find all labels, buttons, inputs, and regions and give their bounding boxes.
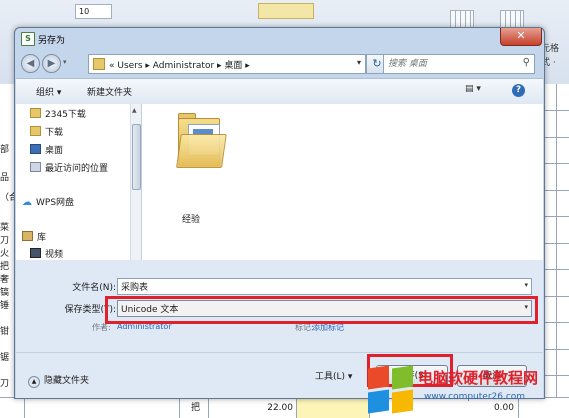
nav-scrollbar[interactable]: ▲ [130,104,141,260]
row-char: 菜刀 [0,223,10,246]
nav-item-wps-cloud[interactable]: ☁ WPS网盘 [22,195,74,211]
nav-item-2345-downloads[interactable]: 2345下载 [30,107,86,123]
new-folder-button[interactable]: 新建文件夹 [87,85,132,98]
command-toolbar: 组织 ▾ 新建文件夹 ▤ ▾ ? [16,78,543,105]
folder-icon[interactable] [176,110,227,168]
video-icon [30,248,41,258]
ribbon-highlight-button[interactable] [258,3,314,19]
row-char: 火把 [0,249,10,272]
font-size-combo[interactable]: 10 [75,4,112,19]
tools-menu-button[interactable]: 工具(L) ▾ [315,369,352,382]
site-watermark: 电脑软硬件教程网 www.computer26.com [368,364,569,417]
nav-item-libraries[interactable]: 库 [22,230,46,246]
navigation-pane: 2345下载 下载 桌面 最近访问的位置 ☁WPS网盘 库 视频 图片 ▲ [16,104,142,260]
hide-folders-toggle[interactable]: ▲ 隐藏文件夹 [28,373,89,388]
cloud-icon: ☁ [22,197,32,208]
scroll-up-icon[interactable]: ▲ [132,107,137,114]
filename-label: 文件名(N): [72,283,116,293]
view-options-icon[interactable]: ▤ ▾ [465,84,491,98]
search-icon[interactable]: ⚲ [523,57,530,68]
row-char: 奢镐 [0,275,10,298]
scroll-thumb[interactable] [132,124,141,190]
watermark-site-name: 电脑软硬件教程网 [418,369,539,387]
help-icon[interactable]: ? [512,84,525,97]
nav-item-downloads[interactable]: 下载 [30,125,63,141]
dialog-titlebar[interactable]: S 另存为 ✕ [15,28,544,50]
folder-icon [93,58,105,70]
row-char: 锤 [0,301,10,311]
navigation-row: ◀ ▶ ▾ « Users ▸ Administrator ▸ 桌面 ▸ ▾ ↻… [15,50,544,78]
nav-item-recent-places[interactable]: 最近访问的位置 [30,161,108,177]
price-cell[interactable]: 22.00 [209,398,297,418]
chevron-down-icon[interactable]: ▾ [524,281,528,289]
recent-places-icon [30,162,41,172]
breadcrumb[interactable]: « Users ▸ Administrator ▸ 桌面 ▸ [109,58,250,71]
row-char: 钳 [0,327,10,337]
close-button[interactable]: ✕ [500,28,542,46]
chevron-up-icon: ▲ [28,376,40,388]
cell-style-label: 元格式 · [541,44,560,68]
organize-button[interactable]: 组织 ▾ [36,85,61,98]
row-char: 刀 [0,379,10,389]
filetype-highlight-box [105,296,538,324]
library-icon [22,231,33,241]
row-char: 品 [0,173,10,183]
file-list-pane: 经验 [142,104,543,260]
address-bar[interactable]: « Users ▸ Administrator ▸ 桌面 ▸ ▾ [88,54,366,74]
folder-item-label[interactable]: 经验 [182,212,200,225]
row-label-column: 部 品 （合 菜刀 火把 奢镐 锤 钳 锯 刀 锚 [0,84,18,417]
back-arrow-icon[interactable]: ◀ [21,54,40,73]
nav-item-desktop[interactable]: 桌面 [30,143,63,159]
wps-app-icon: S [21,32,35,46]
search-box[interactable]: ⚲ [383,54,535,74]
empty-yellow-cell[interactable] [297,398,352,418]
filename-value[interactable]: 采购表 [121,280,148,293]
row-char: 部 [0,145,10,155]
save-as-dialog: S 另存为 ✕ ◀ ▶ ▾ « Users ▸ Administrator ▸ … [14,27,545,399]
row-char: 锯 [0,353,10,363]
search-input[interactable] [386,56,515,72]
folder-icon [30,126,41,136]
recent-pages-chevron-icon[interactable]: ▾ [63,58,67,66]
watermark-url: www.computer26.com [424,392,526,402]
unit-cell[interactable]: 把 [179,398,209,418]
filename-field[interactable]: 采购表 ▾ [117,278,532,295]
address-dropdown-icon[interactable]: ▾ [357,58,361,67]
nav-item-videos[interactable]: 视频 [30,247,63,260]
desktop-icon [30,144,41,154]
forward-arrow-icon[interactable]: ▶ [42,54,61,73]
folder-icon [30,108,41,118]
windows-logo-icon [368,365,416,415]
dialog-title: 另存为 [38,36,66,46]
